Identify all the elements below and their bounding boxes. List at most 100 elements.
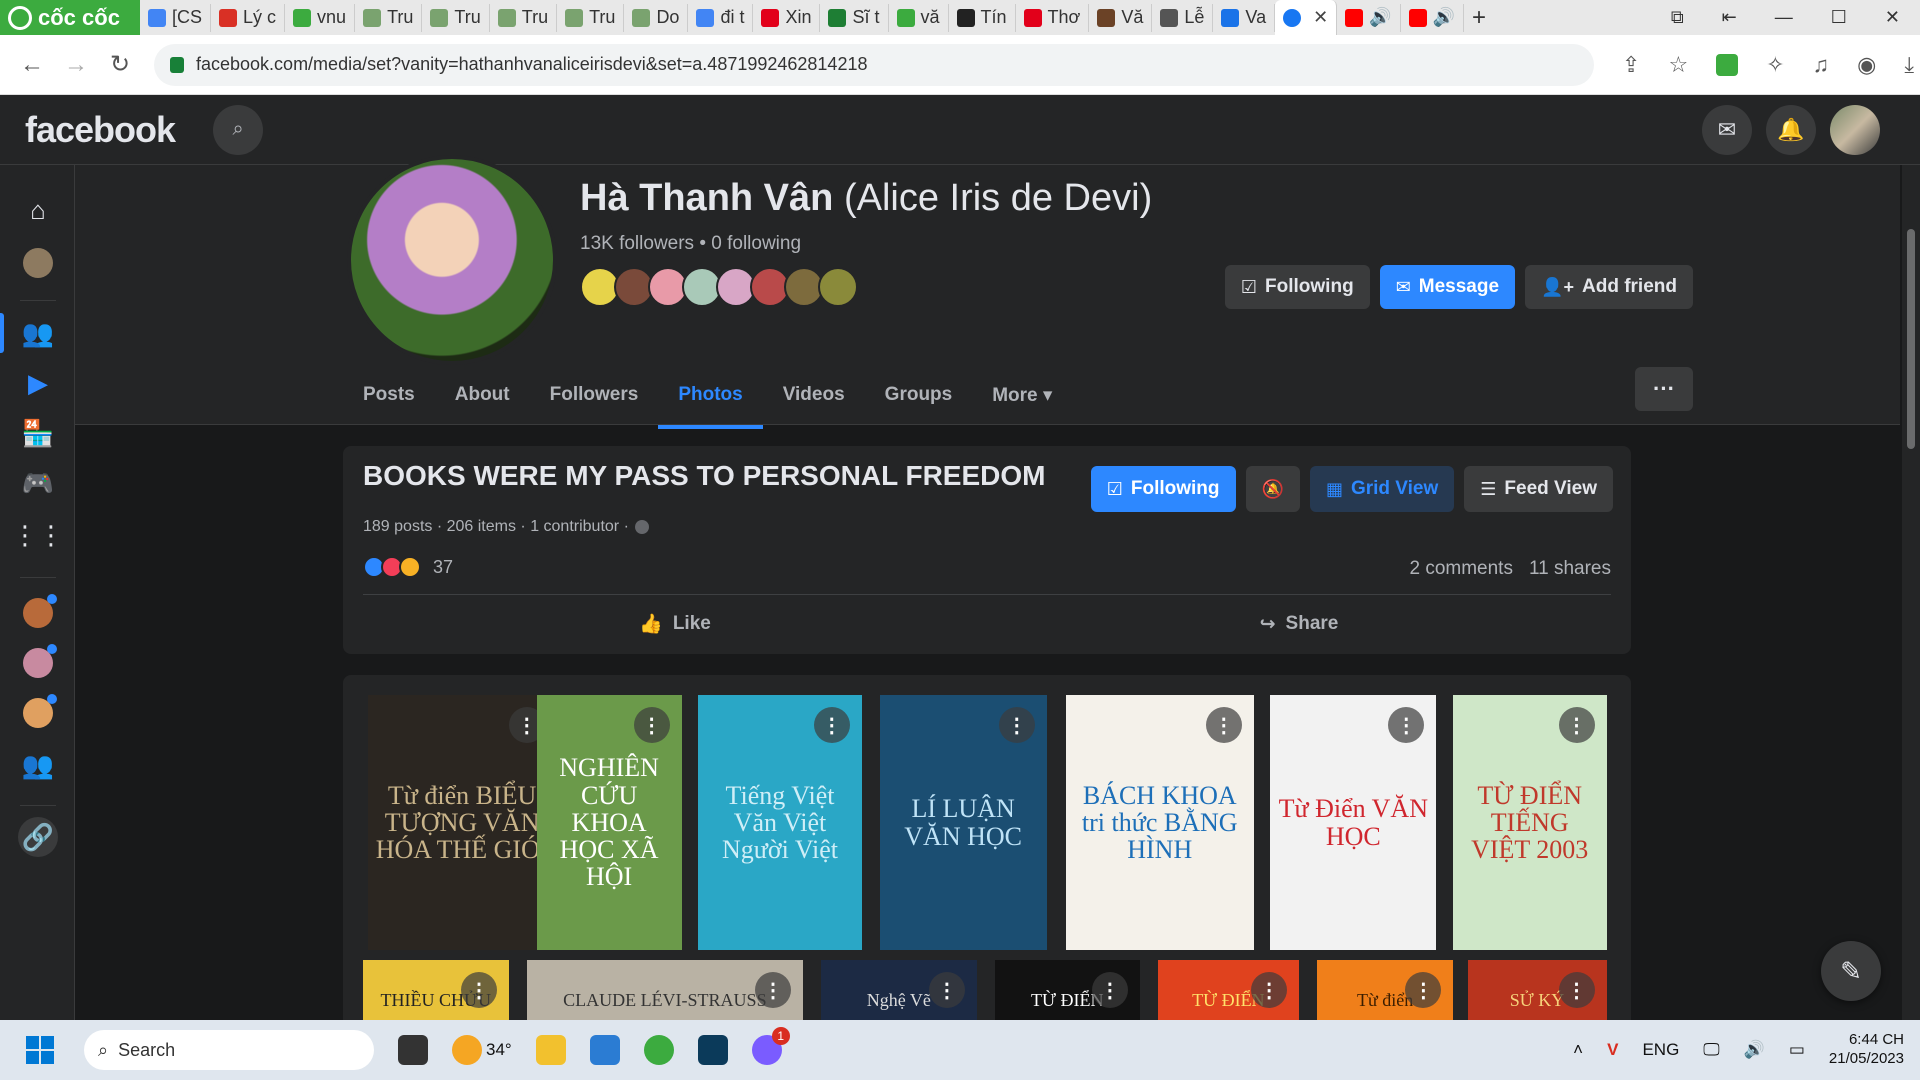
coccoc-taskbar-icon[interactable] [643,1035,674,1065]
follower-count[interactable]: 13K followers • 0 following [580,233,801,255]
account-avatar[interactable] [1830,104,1880,155]
photo-options-icon[interactable]: ⋮ [1405,972,1442,1008]
photo-options-icon[interactable]: ⋮ [928,972,965,1008]
photo-item[interactable]: Từ điển ⋮ [1316,960,1454,1020]
photo-options-icon[interactable]: ⋮ [1558,707,1595,743]
photo-item[interactable]: SỬ KÝ ⋮ [1467,960,1607,1020]
photo-item[interactable]: Từ điển BIỂU TƯỢNG VĂN HÓA THẾ GIỚI ⋮ [367,695,557,950]
volume-icon[interactable]: 🔊 [1744,1040,1765,1060]
new-tab-button[interactable]: + [1464,4,1494,32]
photo-item[interactable]: Nghệ Vẽ ⋮ [820,960,977,1020]
comments-count[interactable]: 2 comments [1409,558,1512,580]
tab-posts[interactable]: Posts [343,365,435,425]
task-view-icon[interactable] [398,1035,428,1065]
start-windows-icon[interactable] [26,1036,54,1064]
share-icon[interactable]: ⇪ [1622,52,1640,78]
clock[interactable]: 6:44 CH 21/05/2023 [1829,1031,1904,1069]
savior-download-icon[interactable] [1716,53,1739,76]
browser-tab[interactable]: Va [1213,3,1276,32]
browser-tab[interactable]: Sĩ t [820,3,889,32]
maximize-button[interactable]: ☐ [1831,7,1847,28]
browser-tab[interactable]: vă [889,3,949,32]
following-button[interactable]: ☑ Following [1224,265,1370,309]
language-indicator[interactable]: ENG [1642,1040,1679,1060]
file-explorer-icon[interactable] [535,1035,566,1065]
profile-icon[interactable]: ◉ [1857,52,1876,78]
photo-item[interactable]: TỪ ĐIỂN ⋮ [1157,960,1300,1020]
marketplace-icon[interactable]: 🏪 [18,413,58,453]
photo-options-icon[interactable]: ⋮ [1205,707,1242,743]
link-icon[interactable]: 🔗 [18,817,58,857]
browser-tab[interactable]: [CS [140,3,212,32]
groups-icon[interactable]: 👥 [18,745,58,785]
forward-button[interactable]: → [54,51,98,79]
photo-item[interactable]: TỪ ĐIỂN ⋮ [994,960,1140,1020]
back-button[interactable]: ← [10,51,54,79]
browser-tab[interactable]: Tru [422,3,490,32]
tab-more[interactable]: More ▾ [972,365,1072,425]
more-options-button[interactable]: ··· [1635,367,1693,411]
menu-grid-icon[interactable]: ⋮⋮ [12,515,64,555]
tab-groups[interactable]: Groups [865,365,973,425]
photo-options-icon[interactable]: ⋮ [813,707,850,743]
network-icon[interactable]: 🖵 [1703,1040,1719,1060]
browser-brand[interactable]: cốc cốc [0,0,140,35]
chevron-up-icon[interactable]: ˄ [1573,1040,1583,1060]
browser-tab[interactable]: Lễ [1152,3,1214,32]
browser-tab[interactable]: Xin [753,3,821,32]
home-icon[interactable]: ⌂ [18,190,58,230]
photo-options-icon[interactable]: ⋮ [1558,972,1595,1008]
browser-tab[interactable]: Tru [490,3,558,32]
photo-item[interactable]: BÁCH KHOA tri thức BẰNG HÌNH ⋮ [1065,695,1254,950]
url-field[interactable]: facebook.com/media/set?vanity=hathanhvan… [154,43,1594,86]
downloads-icon[interactable]: ⤓ [1904,52,1914,78]
photo-options-icon[interactable]: ⋮ [998,707,1035,743]
back-history-icon[interactable]: ⇤ [1722,7,1737,28]
todo-icon[interactable] [589,1035,620,1065]
browser-tab[interactable]: Tín [949,3,1016,32]
tab-photos[interactable]: Photos [658,365,764,429]
tab-followers[interactable]: Followers [530,365,659,425]
cast-icon[interactable]: ⧉ [1671,7,1684,28]
photo-item[interactable]: NGHIÊN CỨU KHOA HỌC XÃ HỘI ⋮ [536,695,682,950]
page-scrollbar[interactable] [1902,165,1920,1020]
album-following-button[interactable]: ☑ Following [1090,466,1236,512]
minimize-button[interactable]: — [1775,7,1793,28]
photo-options-icon[interactable]: ⋮ [1388,707,1425,743]
browser-tab[interactable]: Thơ [1016,3,1090,32]
bookmark-star-icon[interactable]: ☆ [1668,52,1688,78]
reactions[interactable]: 37 [363,556,453,578]
shortcut-2[interactable] [18,643,58,683]
taskbar-search[interactable]: ⌕ Search [84,1030,374,1070]
gaming-icon[interactable]: 🎮 [18,463,58,503]
messenger-taskbar-icon[interactable]: 1 [751,1027,790,1065]
tab-about[interactable]: About [435,365,530,425]
media-icon[interactable]: ♫ [1813,52,1830,78]
watch-icon[interactable]: ▶ [18,363,58,403]
browser-tab[interactable]: Tru [355,3,423,32]
browser-tab[interactable]: Lý c [211,3,286,32]
browser-tab[interactable]: Tru [557,3,625,32]
photo-item[interactable]: LÍ LUẬN VĂN HỌC ⋮ [879,695,1047,950]
antivirus-icon[interactable]: V [1607,1040,1618,1060]
battery-icon[interactable]: ▭ [1789,1040,1805,1060]
friends-icon[interactable]: 👥 [0,313,58,353]
mute-notifications-button[interactable]: 🔕 [1245,466,1300,512]
tab-youtube-1[interactable]: 🔊 [1337,3,1401,32]
browser-tab[interactable]: Vă [1089,3,1153,32]
friend-avatar[interactable] [818,267,858,307]
photo-item[interactable]: TỪ ĐIỂN TIẾNG VIỆT 2003 ⋮ [1452,695,1607,950]
photo-item[interactable]: CLAUDE LÉVI-STRAUSS ⋮ [526,960,803,1020]
scrollbar-thumb[interactable] [1907,229,1915,449]
photo-item[interactable]: Từ Điển VĂN HỌC ⋮ [1270,695,1437,950]
photo-item[interactable]: Tiếng Việt Văn Việt Người Việt ⋮ [698,695,862,950]
extensions-icon[interactable]: ✧ [1766,52,1784,78]
browser-tab[interactable]: Do [624,3,689,32]
reload-button[interactable]: ↻ [98,50,142,79]
app-icon[interactable] [697,1035,728,1065]
messenger-icon[interactable]: ✉ [1702,104,1752,155]
browser-tab[interactable]: vnu [285,3,356,32]
photo-options-icon[interactable]: ⋮ [1251,972,1288,1008]
tab-youtube-2[interactable]: 🔊 [1401,3,1465,32]
share-button[interactable]: ↪ Share [987,596,1611,652]
